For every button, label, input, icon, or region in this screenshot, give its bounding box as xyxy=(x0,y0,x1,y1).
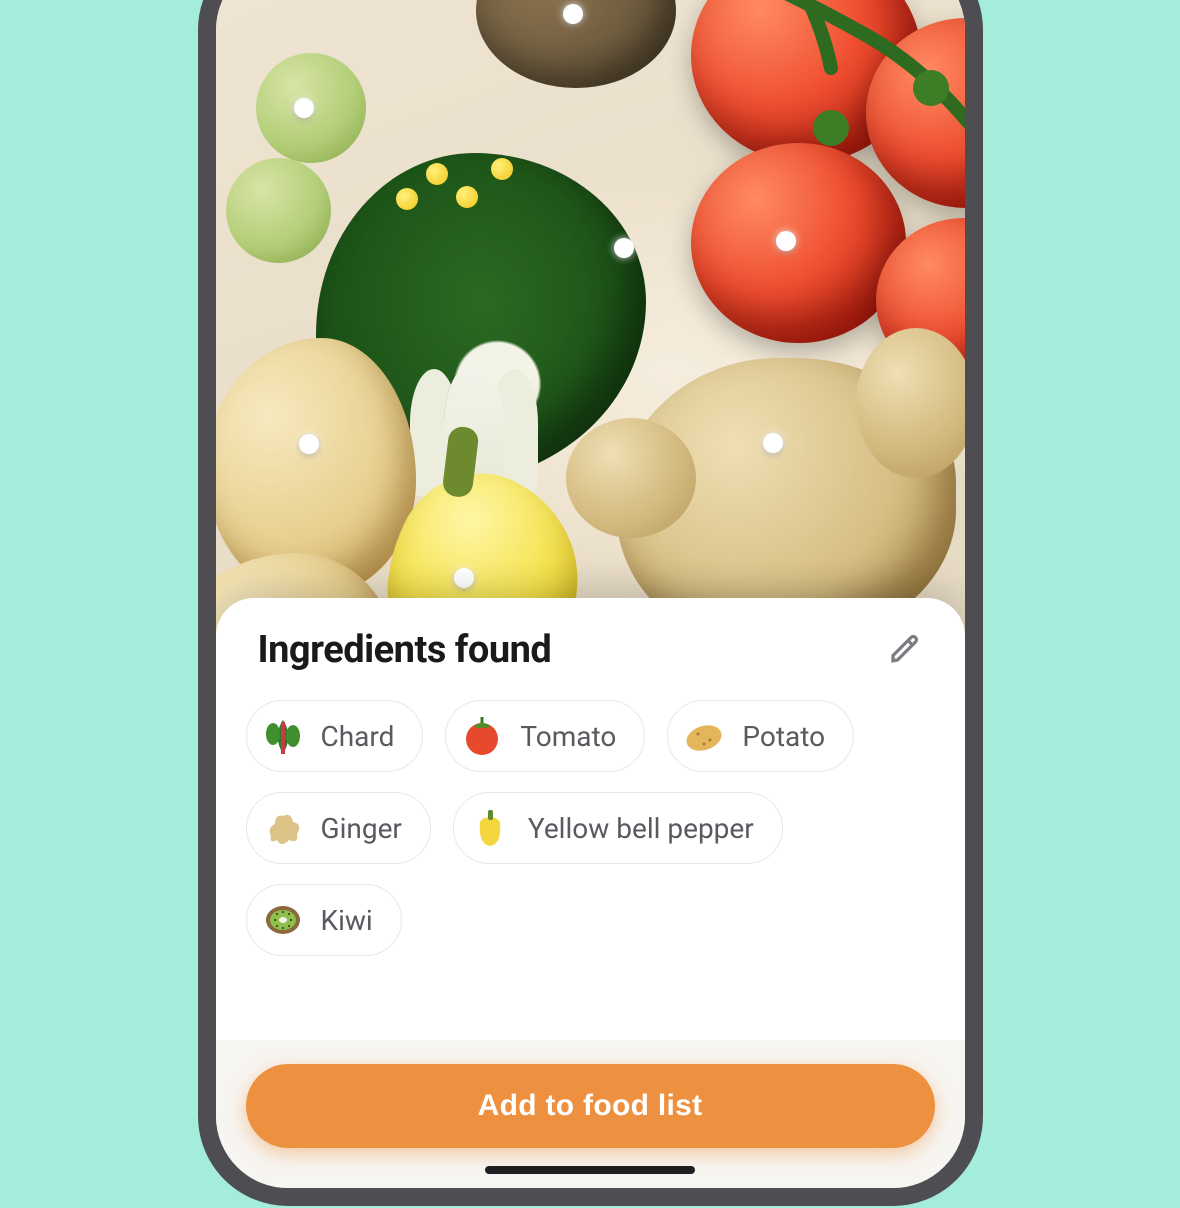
home-indicator[interactable] xyxy=(485,1166,695,1174)
ingredient-chip-kiwi[interactable]: Kiwi xyxy=(246,884,402,956)
detection-dot[interactable] xyxy=(563,4,583,24)
chip-label: Chard xyxy=(321,720,395,753)
detection-dot[interactable] xyxy=(763,433,783,453)
ingredients-photo xyxy=(216,0,965,638)
kiwi-icon xyxy=(261,898,305,942)
sheet-title: Ingredients found xyxy=(258,628,552,672)
ingredient-chip-potato[interactable]: Potato xyxy=(667,700,854,772)
chip-label: Yellow bell pepper xyxy=(528,812,754,845)
chard-icon xyxy=(261,714,305,758)
ingredients-sheet: Ingredients found Chard xyxy=(216,598,965,1188)
detection-dot[interactable] xyxy=(776,231,796,251)
add-to-food-list-button[interactable]: Add to food list xyxy=(246,1064,935,1148)
chip-label: Potato xyxy=(742,720,825,753)
chip-label: Kiwi xyxy=(321,904,373,937)
detection-dot[interactable] xyxy=(614,238,634,258)
ingredient-chip-yellow-bell-pepper[interactable]: Yellow bell pepper xyxy=(453,792,783,864)
chip-label: Ginger xyxy=(321,812,402,845)
detection-dot[interactable] xyxy=(454,568,474,588)
pencil-icon[interactable] xyxy=(887,630,923,670)
tomato-icon xyxy=(460,714,504,758)
potato-icon xyxy=(682,714,726,758)
produce-ginger xyxy=(616,358,956,638)
detection-dot[interactable] xyxy=(299,434,319,454)
produce-sprout xyxy=(226,158,331,263)
yellow-bell-pepper-icon xyxy=(468,806,512,850)
ingredient-chip-tomato[interactable]: Tomato xyxy=(445,700,645,772)
ingredient-chip-chard[interactable]: Chard xyxy=(246,700,424,772)
detection-dot[interactable] xyxy=(294,98,314,118)
ginger-icon xyxy=(261,806,305,850)
produce-tomato xyxy=(691,143,906,343)
ingredient-chip-ginger[interactable]: Ginger xyxy=(246,792,431,864)
chip-label: Tomato xyxy=(520,720,616,753)
phone-frame: Ingredients found Chard xyxy=(198,0,983,1206)
phone-screen: Ingredients found Chard xyxy=(216,0,965,1188)
produce-flowers xyxy=(396,158,536,238)
ingredient-chip-list: Chard Tomato Potato xyxy=(216,694,965,956)
